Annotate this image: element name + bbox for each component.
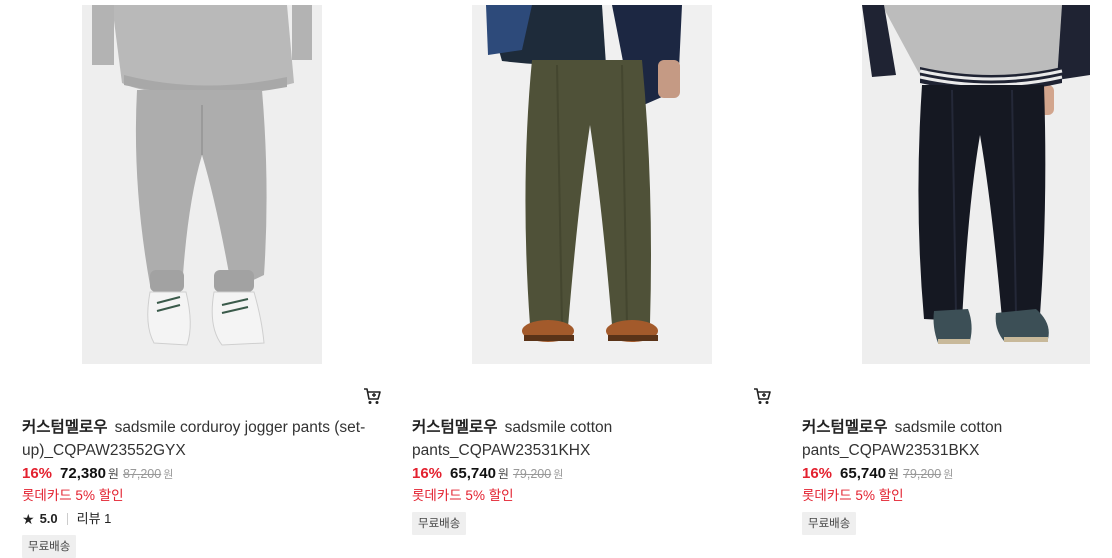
free-shipping-badge: 무료배송 bbox=[412, 512, 467, 535]
price-row: 16% 65,740 원 79,200 원 bbox=[412, 463, 772, 486]
original-currency: 원 bbox=[553, 469, 564, 481]
original-price: 79,200 bbox=[512, 467, 552, 481]
product-brand: 커스텀멜로우 bbox=[412, 419, 498, 436]
product-title-1[interactable]: 커스텀멜로우 sadsmile corduroy jogger pants (se… bbox=[22, 416, 382, 462]
grey-jogger-pants-photo bbox=[82, 5, 322, 364]
rating-score: 5.0 bbox=[39, 511, 58, 526]
sale-price: 65,740 bbox=[840, 465, 886, 482]
card-promo: 롯데카드 5% 할인 bbox=[412, 488, 514, 503]
product-title-3[interactable]: 커스텀멜로우 sadsmile cotton pants_CQPAW23531BK… bbox=[802, 416, 1112, 462]
discount-rate: 16% bbox=[802, 465, 833, 482]
product-card-1[interactable]: 커스텀멜로우 sadsmile corduroy jogger pants (se… bbox=[22, 0, 392, 558]
currency: 원 bbox=[497, 467, 509, 481]
product-image-3[interactable] bbox=[862, 5, 1090, 364]
khaki-cotton-pants-photo bbox=[472, 5, 712, 364]
free-shipping-badge: 무료배송 bbox=[22, 535, 77, 558]
card-promo: 롯데카드 5% 할인 bbox=[22, 488, 124, 503]
review-count[interactable]: 리뷰 1 bbox=[77, 509, 112, 529]
add-to-cart-button-2[interactable] bbox=[752, 386, 772, 406]
sale-price: 65,740 bbox=[450, 465, 496, 482]
product-card-2[interactable]: 커스텀멜로우 sadsmile cotton pants_CQPAW23531KH… bbox=[412, 0, 782, 553]
currency: 원 bbox=[107, 467, 119, 481]
product-brand: 커스텀멜로우 bbox=[802, 419, 888, 436]
original-currency: 원 bbox=[163, 469, 174, 481]
product-brand: 커스텀멜로우 bbox=[22, 419, 108, 436]
sale-price: 72,380 bbox=[60, 465, 106, 482]
free-shipping-badge: 무료배송 bbox=[802, 512, 857, 535]
product-image-2[interactable] bbox=[472, 5, 712, 364]
add-to-cart-button-1[interactable] bbox=[362, 386, 382, 406]
price-row: 16% 65,740 원 79,200 원 bbox=[802, 463, 1112, 486]
product-card-3[interactable]: 커스텀멜로우 sadsmile cotton pants_CQPAW23531BK… bbox=[802, 0, 1112, 553]
cart-icon bbox=[754, 388, 771, 404]
price-row: 16% 72,380 원 87,200 원 bbox=[22, 463, 382, 486]
card-promo: 롯데카드 5% 할인 bbox=[802, 488, 904, 503]
original-price: 79,200 bbox=[902, 467, 942, 481]
product-title-2[interactable]: 커스텀멜로우 sadsmile cotton pants_CQPAW23531KH… bbox=[412, 416, 772, 462]
discount-rate: 16% bbox=[412, 465, 443, 482]
discount-rate: 16% bbox=[22, 465, 53, 482]
star-icon: ★ bbox=[22, 511, 35, 527]
original-currency: 원 bbox=[943, 469, 954, 481]
cart-icon bbox=[364, 388, 381, 404]
original-price: 87,200 bbox=[122, 467, 162, 481]
divider bbox=[66, 513, 68, 525]
rating-row: ★ 5.0 리뷰 1 bbox=[22, 509, 382, 529]
product-image-1[interactable] bbox=[82, 5, 322, 364]
black-cotton-pants-photo bbox=[862, 5, 1090, 364]
currency: 원 bbox=[887, 467, 899, 481]
